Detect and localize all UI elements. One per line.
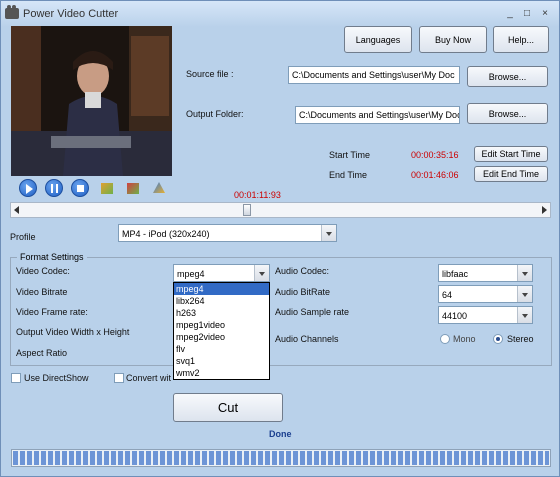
- video-codec-label: Video Codec:: [16, 266, 70, 276]
- output-folder-field[interactable]: C:\Documents and Settings\user\My Doc: [295, 106, 460, 124]
- brush-icon[interactable]: [153, 182, 165, 193]
- profile-select[interactable]: MP4 - iPod (320x240): [118, 224, 337, 242]
- codec-option[interactable]: svq1: [174, 355, 269, 367]
- video-codec-value: mpeg4: [177, 269, 205, 279]
- window-title: Power Video Cutter: [23, 8, 119, 20]
- video-frame-rate-label: Video Frame rate:: [16, 307, 88, 317]
- codec-option[interactable]: flv: [174, 343, 269, 355]
- chevron-down-icon[interactable]: [321, 225, 336, 241]
- cut-button[interactable]: Cut: [173, 393, 283, 422]
- seek-thumb[interactable]: [242, 204, 251, 216]
- codec-option[interactable]: mpeg1video: [174, 319, 269, 331]
- seek-right-arrow-icon[interactable]: [542, 206, 547, 214]
- audio-sample-rate-select[interactable]: 44100: [438, 306, 533, 324]
- set-end-icon[interactable]: [127, 183, 139, 194]
- edit-end-time-button[interactable]: Edit End Time: [474, 166, 548, 182]
- stop-button[interactable]: [71, 179, 89, 197]
- source-browse-button[interactable]: Browse...: [467, 66, 548, 87]
- play-button[interactable]: [19, 179, 37, 197]
- start-time-label: Start Time: [329, 150, 371, 160]
- seek-bar[interactable]: [10, 202, 551, 218]
- codec-option[interactable]: h263: [174, 307, 269, 319]
- codec-option[interactable]: mpeg4: [174, 283, 269, 295]
- current-time-value: 00:01:11:93: [234, 190, 281, 200]
- close-button[interactable]: ×: [538, 7, 552, 20]
- status-text: Done: [269, 429, 292, 439]
- stereo-radio[interactable]: [493, 334, 503, 344]
- set-start-icon[interactable]: [101, 183, 113, 194]
- format-settings-label: Format Settings: [17, 252, 87, 262]
- mono-label: Mono: [453, 334, 476, 344]
- start-time-value: 00:00:35:16: [411, 150, 459, 160]
- app-window: Power Video Cutter _ □ × Languages Buy N…: [0, 0, 560, 477]
- languages-button[interactable]: Languages: [344, 26, 412, 53]
- audio-bitrate-value: 64: [442, 290, 453, 300]
- source-file-field[interactable]: C:\Documents and Settings\user\My Doc: [288, 66, 460, 84]
- film-reel-icon: [5, 5, 19, 19]
- codec-option[interactable]: libx264: [174, 295, 269, 307]
- video-codec-dropdown-list[interactable]: mpeg4 libx264 h263 mpeg1video mpeg2video flv s…: [173, 282, 270, 380]
- help-button[interactable]: Help...: [493, 26, 549, 53]
- chevron-down-icon[interactable]: [254, 265, 269, 281]
- convert-checkbox[interactable]: [114, 373, 124, 383]
- audio-bitrate-select[interactable]: 64: [438, 285, 533, 303]
- end-time-value: 00:01:46:06: [411, 170, 459, 180]
- edit-start-time-button[interactable]: Edit Start Time: [474, 146, 548, 162]
- use-directshow-label: Use DirectShow: [24, 373, 89, 383]
- video-codec-select[interactable]: mpeg4: [173, 264, 270, 282]
- end-time-label: End Time: [329, 170, 368, 180]
- codec-option[interactable]: mpeg2video: [174, 331, 269, 343]
- convert-label: Convert wit: [126, 373, 172, 383]
- maximize-button[interactable]: □: [520, 7, 534, 20]
- chevron-down-icon[interactable]: [517, 307, 532, 323]
- pause-button[interactable]: [45, 179, 63, 197]
- output-folder-label: Output Folder:: [186, 109, 244, 119]
- audio-sample-rate-label: Audio Sample rate: [275, 307, 350, 317]
- chevron-down-icon[interactable]: [517, 265, 532, 281]
- progress-bar: [11, 449, 551, 467]
- audio-codec-value: libfaac: [442, 269, 469, 279]
- aspect-ratio-label: Aspect Ratio: [16, 348, 68, 358]
- audio-codec-label: Audio Codec:: [275, 266, 330, 276]
- audio-sample-rate-value: 44100: [442, 311, 468, 321]
- chevron-down-icon[interactable]: [517, 286, 532, 302]
- title-bar: Power Video Cutter _ □ ×: [1, 1, 559, 27]
- mono-radio[interactable]: [440, 334, 450, 344]
- output-size-label: Output Video Width x Height: [16, 327, 130, 337]
- stereo-label: Stereo: [507, 334, 534, 344]
- audio-channels-label: Audio Channels: [275, 334, 339, 344]
- use-directshow-checkbox[interactable]: [11, 373, 21, 383]
- codec-option[interactable]: wmv2: [174, 367, 269, 379]
- audio-bitrate-label: Audio BitRate: [275, 287, 331, 297]
- video-bitrate-label: Video Bitrate: [16, 287, 68, 297]
- video-frame-image: [11, 26, 172, 176]
- output-browse-button[interactable]: Browse...: [467, 103, 548, 124]
- profile-label: Profile: [10, 232, 36, 242]
- buy-now-button[interactable]: Buy Now: [419, 26, 487, 53]
- minimize-button[interactable]: _: [503, 7, 517, 20]
- audio-codec-select[interactable]: libfaac: [438, 264, 533, 282]
- profile-value: MP4 - iPod (320x240): [122, 229, 210, 239]
- video-preview: [11, 26, 172, 176]
- source-file-label: Source file :: [186, 69, 234, 79]
- seek-left-arrow-icon[interactable]: [14, 206, 19, 214]
- progress-fill: [13, 451, 549, 465]
